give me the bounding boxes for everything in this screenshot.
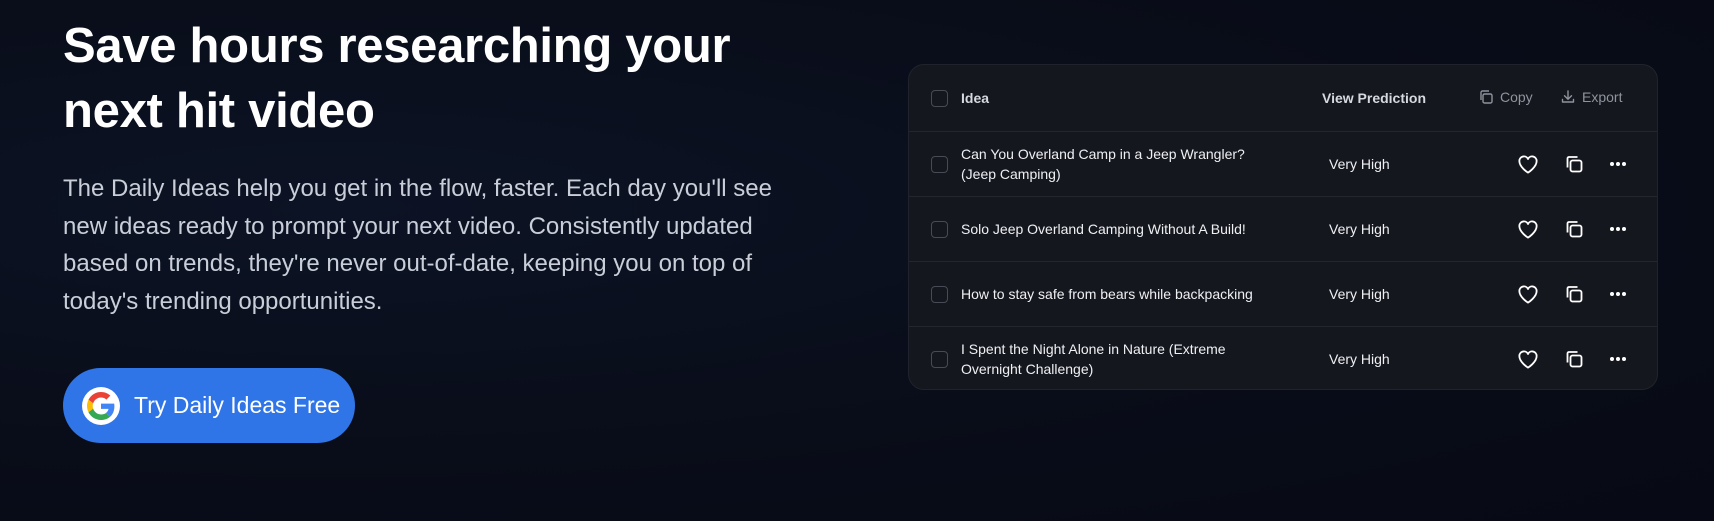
prediction-value: Very High xyxy=(1329,286,1390,302)
copy-icon xyxy=(1566,286,1583,303)
download-icon xyxy=(1561,90,1575,103)
export-label: Export xyxy=(1582,89,1623,105)
try-daily-ideas-label: Try Daily Ideas Free xyxy=(134,392,341,418)
copy-icon xyxy=(1566,351,1583,368)
google-logo-icon xyxy=(82,386,120,425)
more-options-button[interactable] xyxy=(1605,281,1631,307)
copy-idea-button[interactable] xyxy=(1561,151,1587,177)
column-header-view-prediction[interactable]: View Prediction xyxy=(1322,90,1426,106)
favorite-button[interactable] xyxy=(1515,151,1541,177)
hero-headline: Save hours researching your next hit vid… xyxy=(63,19,731,138)
ideas-table: Idea View Prediction Copy Export Can You… xyxy=(908,64,1658,390)
more-options-button[interactable] xyxy=(1605,151,1631,177)
favorite-button[interactable] xyxy=(1515,216,1541,242)
select-all-checkbox[interactable] xyxy=(931,90,948,107)
export-button[interactable]: Export xyxy=(1560,89,1622,105)
more-dots-icon xyxy=(1610,227,1626,231)
column-header-idea: Idea xyxy=(961,90,990,106)
copy-label: Copy xyxy=(1500,89,1533,105)
favorite-button[interactable] xyxy=(1515,281,1541,307)
copy-idea-button[interactable] xyxy=(1561,216,1587,242)
heart-icon xyxy=(1518,350,1538,369)
row-checkbox[interactable] xyxy=(931,286,948,303)
copy-idea-button[interactable] xyxy=(1561,346,1587,372)
row-checkbox[interactable] xyxy=(931,156,948,173)
heart-icon xyxy=(1518,220,1538,239)
table-row: I Spent the Night Alone in Nature (Extre… xyxy=(909,327,1657,389)
table-row: Can You Overland Camp in a Jeep Wrangler… xyxy=(909,132,1657,197)
copy-button[interactable]: Copy xyxy=(1478,89,1533,105)
more-options-button[interactable] xyxy=(1605,346,1631,372)
more-dots-icon xyxy=(1610,162,1626,166)
try-daily-ideas-button[interactable]: Try Daily Ideas Free xyxy=(63,368,355,443)
more-options-button[interactable] xyxy=(1605,216,1631,242)
idea-title[interactable]: I Spent the Night Alone in Nature (Extre… xyxy=(961,339,1281,379)
table-row: Solo Jeep Overland Camping Without A Bui… xyxy=(909,197,1657,262)
row-checkbox[interactable] xyxy=(931,221,948,238)
idea-title[interactable]: Can You Overland Camp in a Jeep Wrangler… xyxy=(961,144,1281,184)
idea-title[interactable]: How to stay safe from bears while backpa… xyxy=(961,284,1281,304)
heart-icon xyxy=(1518,155,1538,174)
prediction-value: Very High xyxy=(1329,156,1390,172)
row-checkbox[interactable] xyxy=(931,351,948,368)
more-dots-icon xyxy=(1610,357,1626,361)
idea-title[interactable]: Solo Jeep Overland Camping Without A Bui… xyxy=(961,219,1281,239)
copy-idea-button[interactable] xyxy=(1561,281,1587,307)
prediction-value: Very High xyxy=(1329,221,1390,237)
more-dots-icon xyxy=(1610,292,1626,296)
hero-section: Save hours researching your next hit vid… xyxy=(63,14,823,320)
prediction-value: Very High xyxy=(1329,351,1390,367)
table-row: How to stay safe from bears while backpa… xyxy=(909,262,1657,327)
heart-icon xyxy=(1518,285,1538,304)
copy-icon xyxy=(1566,221,1583,238)
hero-subtext: The Daily Ideas help you get in the flow… xyxy=(63,175,772,315)
table-header: Idea View Prediction Copy Export xyxy=(909,65,1657,132)
copy-icon xyxy=(1480,90,1493,104)
copy-icon xyxy=(1566,156,1583,173)
favorite-button[interactable] xyxy=(1515,346,1541,372)
